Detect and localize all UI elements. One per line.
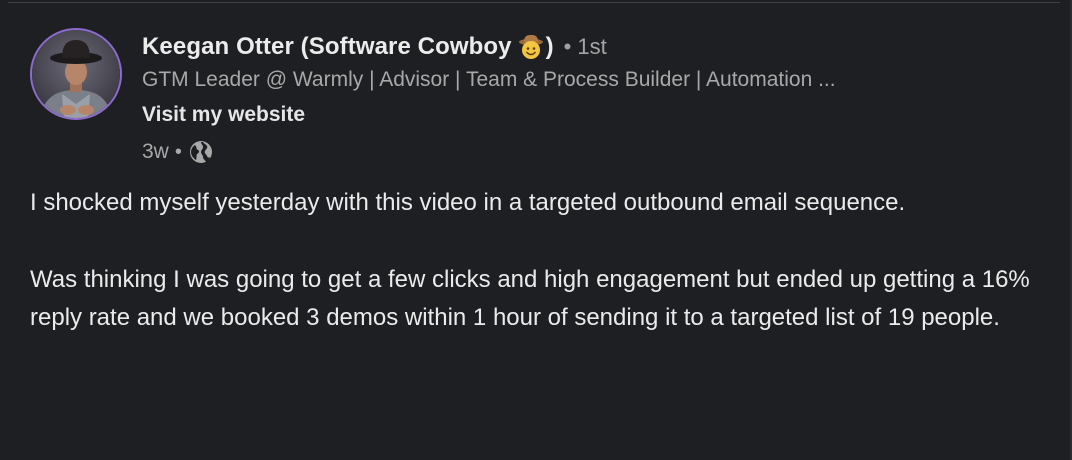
meta-separator: •	[174, 140, 182, 163]
visit-website-link[interactable]: Visit my website	[142, 102, 305, 128]
connection-degree: 1st	[577, 34, 607, 59]
post-paragraph: I shocked myself yesterday with this vid…	[30, 189, 906, 216]
post-time: 3w	[142, 140, 169, 163]
post-meta: 3w •	[142, 138, 1052, 166]
author-name[interactable]: Keegan Otter (Software Cowboy	[142, 33, 512, 61]
author-avatar[interactable]	[30, 28, 122, 120]
cowboy-face-icon	[518, 34, 544, 60]
avatar-photo	[32, 30, 120, 118]
post-paragraph: Was thinking I was going to get a few cl…	[30, 265, 1030, 332]
author-name-close: )	[545, 33, 554, 60]
feed-post: Keegan Otter (Software Cowboy ) • 1st GT…	[0, 0, 1072, 460]
degree-separator: •	[563, 34, 572, 59]
post-header: Keegan Otter (Software Cowboy ) • 1st GT…	[142, 30, 1052, 166]
post-top-divider	[8, 2, 1060, 3]
author-headline: GTM Leader @ Warmly | Advisor | Team & P…	[142, 68, 836, 91]
globe-icon[interactable]	[188, 139, 214, 165]
author-name-row: Keegan Otter (Software Cowboy ) • 1st	[142, 30, 1052, 64]
post-body: I shocked myself yesterday with this vid…	[30, 184, 1055, 338]
